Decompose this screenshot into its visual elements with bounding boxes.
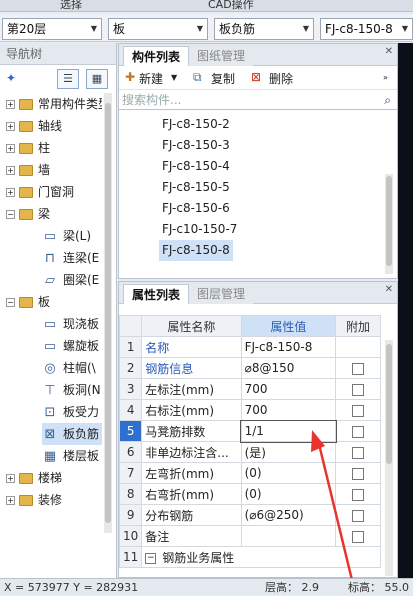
arrow-line — [316, 439, 354, 581]
status-bar: X = 573977 Y = 282931 层高： 2.9 标高： 55.0 — [0, 578, 413, 595]
elevation-readout: 标高： 55.0 — [348, 581, 409, 594]
floor-height-readout: 层高： 2.9 — [265, 581, 319, 594]
coords-readout: X = 573977 Y = 282931 — [4, 581, 139, 594]
cad-canvas-edge[interactable] — [398, 43, 413, 578]
annotation-arrow — [311, 430, 354, 581]
arrow-head — [311, 430, 325, 452]
